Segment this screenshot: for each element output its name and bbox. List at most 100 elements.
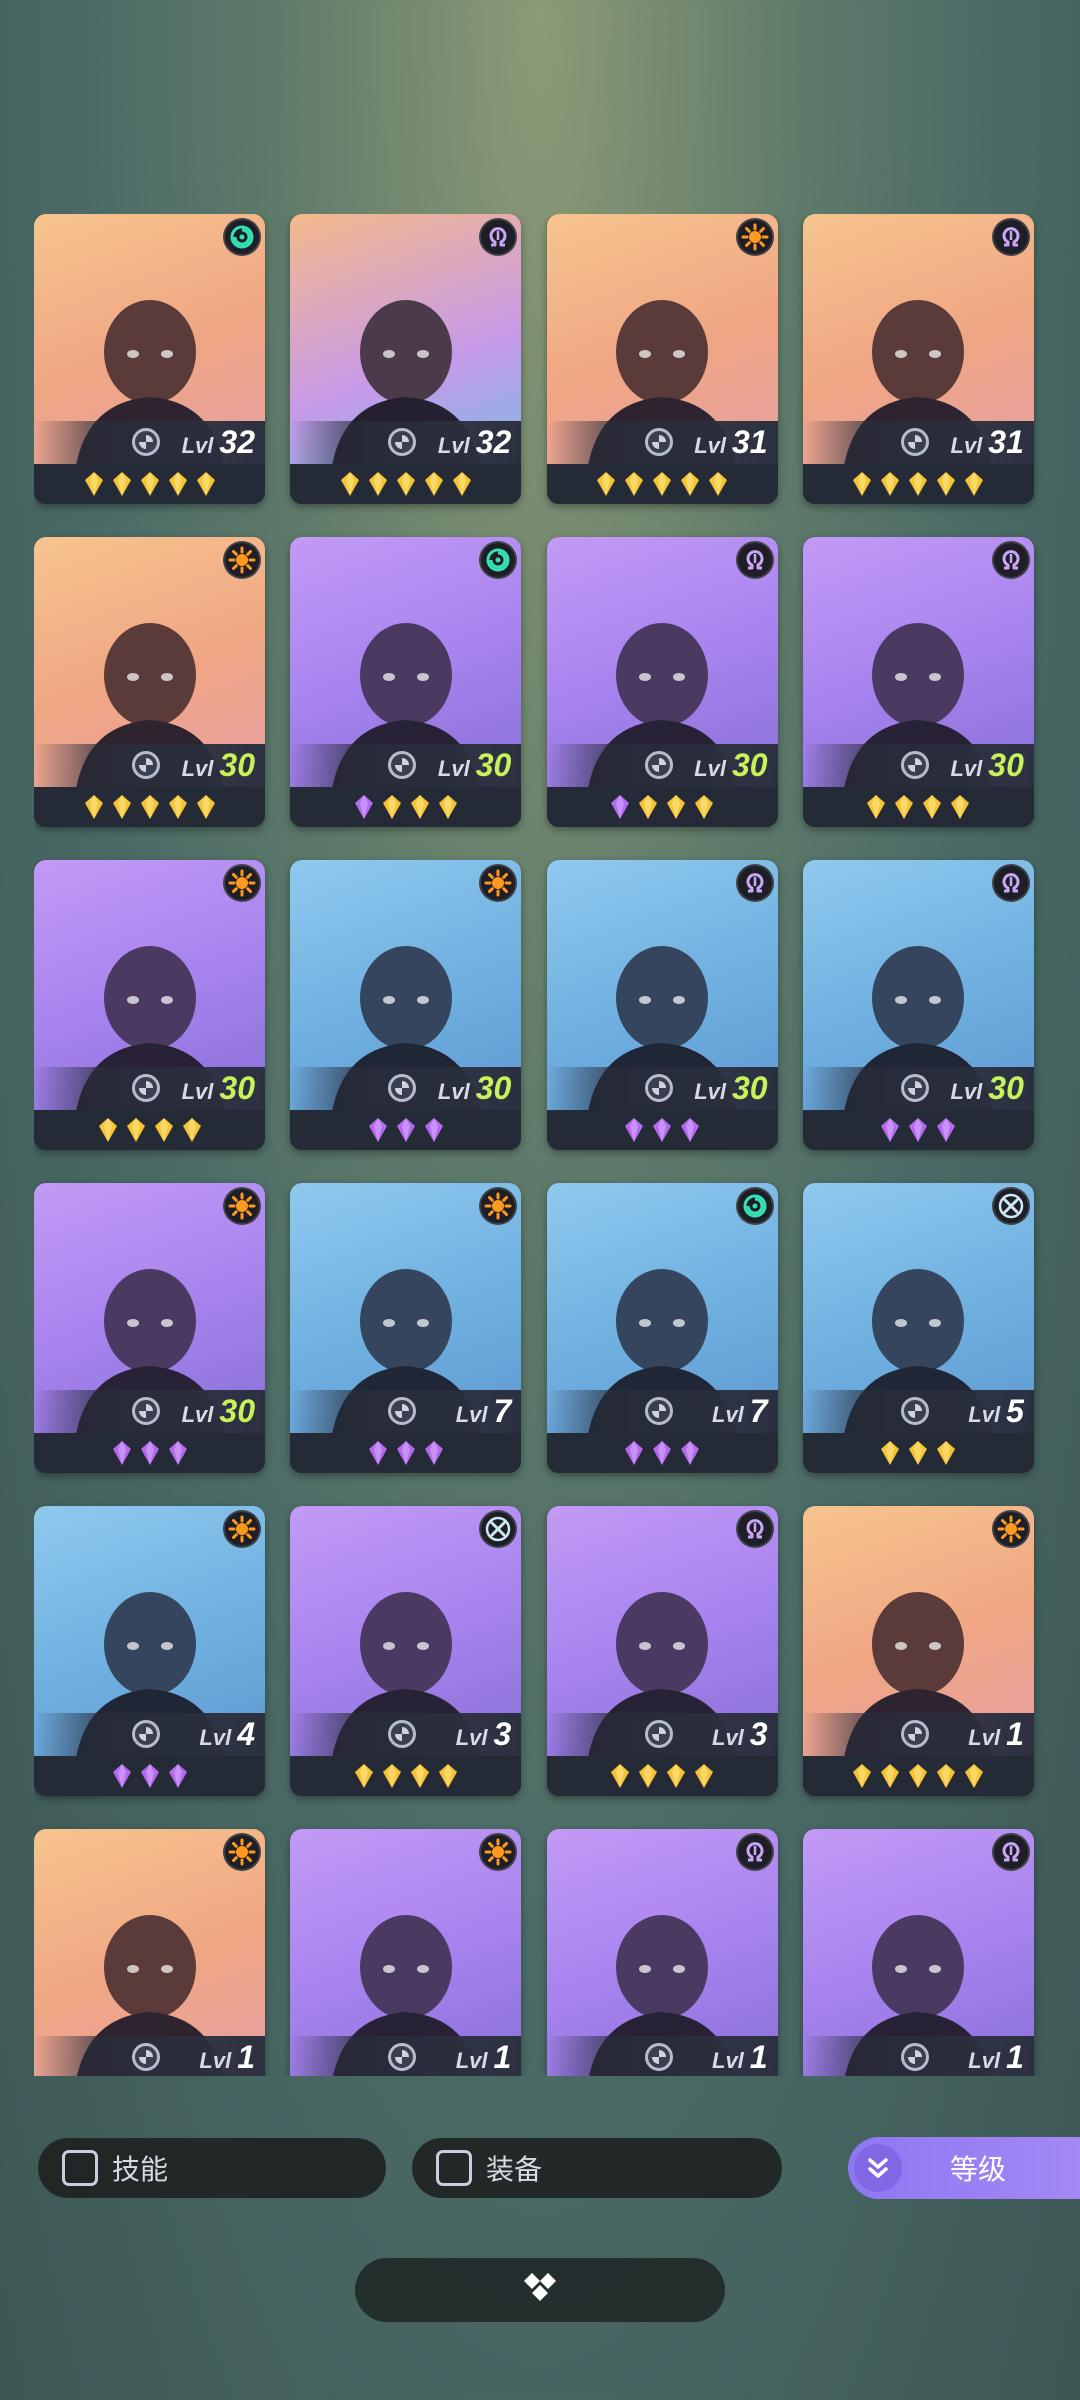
equipment-gear-icon [900,1720,929,1748]
collapse-button[interactable] [355,2258,725,2322]
hero-portrait: Lvl 3 [546,1506,778,1756]
hero-card[interactable]: Lvl 30 [802,860,1034,1150]
equipment-checkbox[interactable] [436,2150,472,2186]
gold-gem-icon [452,472,471,496]
hero-card[interactable]: Lvl 1 [802,1506,1034,1796]
omega-icon [991,864,1030,902]
hero-portrait: Lvl 30 [802,860,1034,1110]
gold-gem-icon [196,472,215,496]
equipment-filter-toggle[interactable]: 装备 [412,2138,782,2198]
gold-gem-icon [611,1764,630,1788]
level-label: Lvl [694,1079,726,1104]
equipment-gear-icon [900,428,929,456]
gold-gem-icon [382,1764,401,1788]
level-value: 30 [219,1070,255,1106]
omega-icon [735,864,774,902]
gold-gem-icon [438,795,457,819]
purple-gem-icon [937,1118,956,1142]
hero-card[interactable]: Lvl 1 [290,1829,522,2076]
hero-card[interactable]: Lvl 30 [802,537,1034,827]
level-label: Lvl [712,1402,744,1427]
star-rating [546,1110,778,1150]
equipment-gear-icon [132,1074,160,1102]
purple-gem-icon [681,1118,700,1142]
gold-gem-icon [937,1764,956,1788]
star-rating [290,464,522,504]
gold-gem-icon [368,472,387,496]
hero-card[interactable]: Lvl 1 [34,1829,265,2076]
sort-by-level-button[interactable]: 等级 [848,2137,1080,2199]
purple-gem-icon [368,1118,387,1142]
gold-gem-icon [951,795,970,819]
level-value: 30 [475,747,512,783]
star-rating [34,1110,265,1150]
hero-portrait: Lvl 30 [802,537,1034,787]
hero-card[interactable]: Lvl 30 [546,537,778,827]
hero-portrait: Lvl 32 [290,214,522,464]
gold-gem-icon [112,472,131,496]
level-label: Lvl [950,433,983,458]
level-label: Lvl [181,1079,214,1104]
gold-gem-icon [965,1764,984,1788]
hero-card[interactable]: Lvl 30 [34,860,265,1150]
hero-portrait: Lvl 30 [546,860,778,1110]
equipment-gear-icon [388,2043,417,2071]
purple-gem-icon [396,1118,415,1142]
purple-gem-icon [168,1764,187,1788]
hero-card[interactable]: Lvl 30 [34,1183,265,1473]
gold-gem-icon [653,472,672,496]
hero-card[interactable]: Lvl 4 [34,1506,265,1796]
hero-card[interactable]: Lvl 32 [34,214,265,504]
level-label: Lvl [437,433,470,458]
hero-card[interactable]: Lvl 32 [290,214,522,504]
gold-gem-icon [853,1764,872,1788]
skill-filter-toggle[interactable]: 技能 [38,2138,386,2198]
hero-portrait: Lvl 1 [802,1829,1034,2076]
gold-gem-icon [881,472,900,496]
hero-card[interactable]: Lvl 3 [546,1506,778,1796]
hero-card[interactable]: Lvl 31 [802,214,1034,504]
level-label: Lvl [694,433,726,458]
star-rating [290,1110,522,1150]
hero-card[interactable]: Lvl 3 [290,1506,522,1796]
equipment-gear-icon [644,751,673,779]
hero-card[interactable]: Lvl 1 [802,1829,1034,2076]
swirl-icon [735,1187,774,1225]
level-bar: Lvl 1 [802,2036,1034,2076]
purple-gem-icon [653,1441,672,1465]
level-bar: Lvl 32 [34,421,265,464]
equipment-gear-icon [644,1397,673,1425]
hero-card[interactable]: Lvl 30 [290,860,522,1150]
star-rating [802,1433,1034,1473]
omega-icon [991,1833,1030,1871]
level-bar: Lvl 31 [802,421,1034,464]
hero-portrait: Lvl 30 [290,537,522,787]
gold-gem-icon [895,795,914,819]
star-rating [802,1110,1034,1150]
level-label: Lvl [712,2048,744,2073]
purple-gem-icon [168,1441,187,1465]
level-value: 1 [749,2039,768,2075]
hero-card[interactable]: Lvl 30 [290,537,522,827]
hero-card[interactable]: Lvl 7 [290,1183,522,1473]
hero-card[interactable]: Lvl 30 [34,537,265,827]
star-rating [546,1433,778,1473]
star-rating [34,464,265,504]
hero-card[interactable]: Lvl 30 [546,860,778,1150]
level-value: 3 [749,1716,768,1752]
gold-gem-icon [126,1118,145,1142]
hero-card[interactable]: Lvl 7 [546,1183,778,1473]
gold-gem-icon [340,472,359,496]
equipment-gear-icon [644,2043,673,2071]
level-bar: Lvl 1 [546,2036,778,2076]
level-label: Lvl [455,1725,488,1750]
level-bar: Lvl 1 [34,2036,265,2076]
hero-card[interactable]: Lvl 5 [802,1183,1034,1473]
star-rating [546,787,778,827]
hero-card[interactable]: Lvl 31 [546,214,778,504]
hero-portrait: Lvl 1 [546,1829,778,2076]
equipment-gear-icon [900,2043,929,2071]
level-value: 4 [237,1716,255,1752]
skill-checkbox[interactable] [62,2150,98,2186]
hero-card[interactable]: Lvl 1 [546,1829,778,2076]
